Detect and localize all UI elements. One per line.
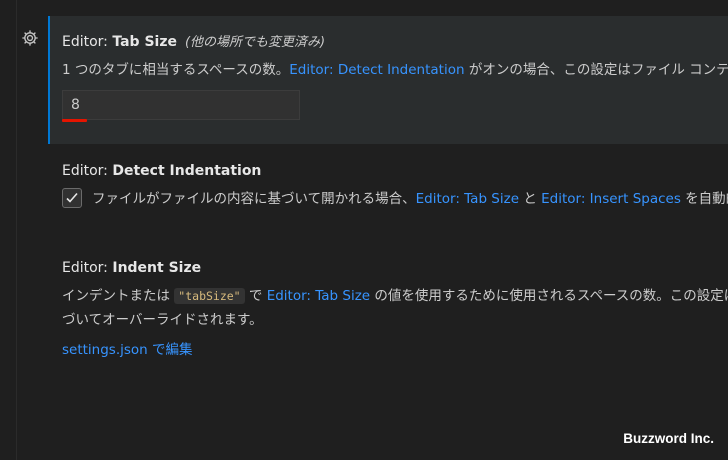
- setting-title: Editor: Indent Size: [62, 258, 201, 278]
- modified-elsewhere-link[interactable]: (他の場所でも変更済み): [185, 35, 325, 50]
- description-text: の値を使用するために使用されるスペースの数。この設定は、: [370, 288, 728, 304]
- setting-category: Editor:: [62, 260, 113, 276]
- gear-icon[interactable]: [21, 29, 39, 47]
- check-icon: [66, 192, 78, 203]
- setting-key: Tab Size: [112, 34, 177, 50]
- setting-title: Editor: Detect Indentation: [62, 161, 261, 181]
- description-text: と: [519, 191, 542, 207]
- setting-description: 1 つのタブに相当するスペースの数。Editor: Detect Indenta…: [62, 58, 728, 82]
- watermark: Buzzword Inc.: [623, 431, 714, 446]
- setting-description: インデントまたは "tabSize" で Editor: Tab Size の値…: [62, 284, 728, 308]
- description-text: がオンの場合、この設定はファイル コンテンツに: [468, 62, 728, 78]
- setting-description: ファイルがファイルの内容に基づいて開かれる場合、Editor: Tab Size…: [62, 187, 728, 211]
- setting-category: Editor:: [62, 163, 113, 179]
- description-text: を自動的に: [685, 191, 728, 207]
- edit-in-settings-json-link[interactable]: settings.json で編集: [62, 338, 193, 362]
- setting-key: Indent Size: [112, 260, 202, 276]
- tab-size-link[interactable]: Editor: Tab Size: [416, 191, 519, 207]
- detect-indentation-checkbox[interactable]: [62, 187, 82, 208]
- left-divider: [16, 0, 17, 460]
- validation-underline: [62, 119, 87, 122]
- setting-key: Detect Indentation: [112, 163, 262, 179]
- setting-title: Editor: Tab Size (他の場所でも変更済み): [62, 32, 325, 53]
- tab-size-input[interactable]: [63, 91, 299, 119]
- tab-size-input-box: [62, 90, 300, 120]
- tab-size-link[interactable]: Editor: Tab Size: [267, 288, 370, 304]
- settings-editor: Editor: Tab Size (他の場所でも変更済み) 1 つのタブに相当する…: [0, 0, 728, 460]
- setting-category: Editor:: [62, 34, 113, 50]
- description-text: で: [244, 288, 267, 304]
- insert-spaces-link[interactable]: Editor: Insert Spaces: [541, 191, 681, 207]
- setting-tab-size: Editor: Tab Size (他の場所でも変更済み) 1 つのタブに相当する…: [48, 16, 728, 144]
- description-text: 1 つのタブに相当するスペースの数。: [62, 62, 290, 78]
- description-text: インデントまたは: [62, 288, 175, 304]
- setting-description-line2: づいてオーバーライドされます。: [62, 312, 263, 328]
- code-snippet: "tabSize": [174, 288, 245, 304]
- description-text: ファイルがファイルの内容に基づいて開かれる場合、: [92, 191, 416, 207]
- detect-indentation-link[interactable]: Editor: Detect Indentation: [289, 62, 464, 78]
